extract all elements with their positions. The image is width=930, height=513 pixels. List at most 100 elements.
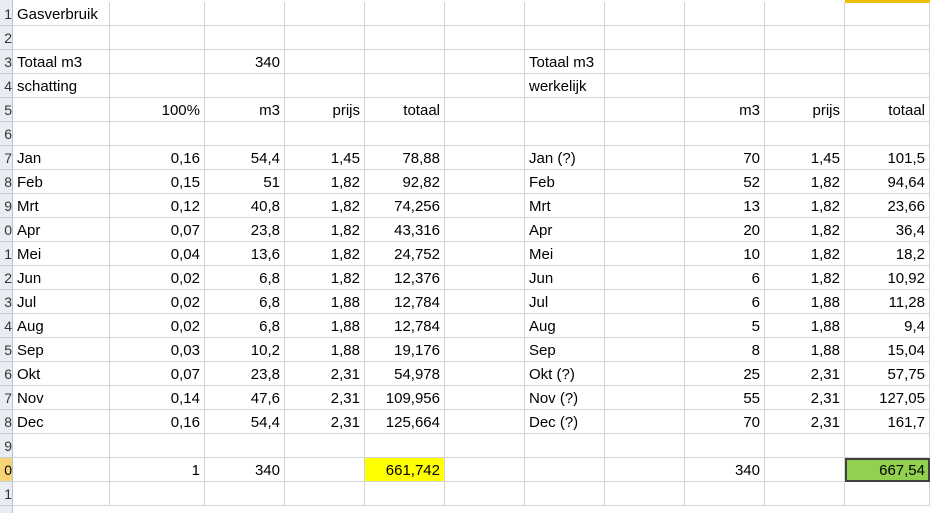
cell[interactable]	[605, 458, 685, 482]
cell[interactable]	[765, 2, 845, 26]
value-cell[interactable]: 1,82	[285, 170, 365, 194]
row-number[interactable]: 8	[0, 410, 12, 434]
month-cell[interactable]: Nov	[13, 386, 110, 410]
value-cell[interactable]: 125,664	[365, 410, 445, 434]
cell[interactable]	[285, 434, 365, 458]
cell[interactable]	[110, 122, 205, 146]
value-cell[interactable]: 1,45	[765, 146, 845, 170]
header-cell[interactable]: totaal	[365, 98, 445, 122]
cell[interactable]	[605, 218, 685, 242]
row-number[interactable]: 9	[0, 194, 12, 218]
cell[interactable]	[13, 458, 110, 482]
cell[interactable]	[845, 482, 930, 506]
header-cell[interactable]: prijs	[285, 98, 365, 122]
cell[interactable]	[13, 482, 110, 506]
cell[interactable]	[13, 122, 110, 146]
value-cell[interactable]: 36,4	[845, 218, 930, 242]
row-number[interactable]: 6	[0, 122, 12, 146]
cell[interactable]	[445, 386, 525, 410]
cell[interactable]	[365, 26, 445, 50]
total-label-cell[interactable]: Totaal m3	[525, 50, 605, 74]
value-cell[interactable]: 1,88	[765, 338, 845, 362]
cell[interactable]	[525, 458, 605, 482]
row-number[interactable]: 5	[0, 98, 12, 122]
value-cell[interactable]: 0,12	[110, 194, 205, 218]
cell[interactable]	[205, 434, 285, 458]
value-cell[interactable]: 70	[685, 410, 765, 434]
month-cell[interactable]: Apr	[525, 218, 605, 242]
cell[interactable]	[110, 482, 205, 506]
value-cell[interactable]: 1,82	[285, 218, 365, 242]
row-number[interactable]: 3	[0, 290, 12, 314]
cell[interactable]	[605, 290, 685, 314]
cell[interactable]	[525, 482, 605, 506]
value-cell[interactable]: 55	[685, 386, 765, 410]
cell[interactable]	[285, 2, 365, 26]
row-number[interactable]: 4	[0, 74, 12, 98]
value-cell[interactable]: 1,82	[765, 194, 845, 218]
cell[interactable]	[445, 218, 525, 242]
value-cell[interactable]: 1,45	[285, 146, 365, 170]
cell[interactable]	[110, 434, 205, 458]
cell[interactable]	[605, 362, 685, 386]
cell[interactable]	[110, 74, 205, 98]
month-cell[interactable]: Mrt	[525, 194, 605, 218]
cell[interactable]	[605, 194, 685, 218]
cell[interactable]	[365, 434, 445, 458]
value-cell[interactable]: 13	[685, 194, 765, 218]
cell[interactable]	[445, 98, 525, 122]
cell[interactable]	[605, 98, 685, 122]
month-cell[interactable]: Feb	[13, 170, 110, 194]
cell[interactable]	[765, 482, 845, 506]
cell[interactable]	[365, 2, 445, 26]
cell[interactable]	[605, 482, 685, 506]
value-cell[interactable]: 23,8	[205, 362, 285, 386]
cell[interactable]	[685, 26, 765, 50]
value-cell[interactable]: 15,04	[845, 338, 930, 362]
value-cell[interactable]: 1,82	[285, 242, 365, 266]
value-cell[interactable]: 74,256	[365, 194, 445, 218]
value-cell[interactable]: 12,784	[365, 290, 445, 314]
value-cell[interactable]: 0,02	[110, 314, 205, 338]
value-cell[interactable]: 12,376	[365, 266, 445, 290]
value-cell[interactable]: 2,31	[285, 386, 365, 410]
cell[interactable]	[110, 2, 205, 26]
month-cell[interactable]: Sep	[13, 338, 110, 362]
value-cell[interactable]: 23,66	[845, 194, 930, 218]
cell[interactable]	[445, 338, 525, 362]
cell[interactable]	[445, 266, 525, 290]
cell[interactable]	[605, 146, 685, 170]
cell[interactable]	[445, 314, 525, 338]
cell[interactable]	[525, 26, 605, 50]
sheet-title-cell[interactable]: Gasverbruik	[13, 2, 110, 26]
cell[interactable]	[445, 242, 525, 266]
value-cell[interactable]: 2,31	[765, 362, 845, 386]
value-cell[interactable]: 0,15	[110, 170, 205, 194]
row-number[interactable]: 0	[0, 218, 12, 242]
cell[interactable]	[605, 74, 685, 98]
cell[interactable]	[13, 26, 110, 50]
value-cell[interactable]: 24,752	[365, 242, 445, 266]
cell[interactable]	[365, 482, 445, 506]
month-cell[interactable]: Jul	[13, 290, 110, 314]
cell[interactable]	[605, 410, 685, 434]
cell[interactable]	[445, 170, 525, 194]
cell[interactable]	[605, 50, 685, 74]
value-cell[interactable]: 57,75	[845, 362, 930, 386]
cell[interactable]	[365, 122, 445, 146]
value-cell[interactable]: 1,88	[285, 338, 365, 362]
value-cell[interactable]: 0,16	[110, 146, 205, 170]
header-cell[interactable]: m3	[685, 98, 765, 122]
cell[interactable]	[285, 458, 365, 482]
row-number[interactable]: 9	[0, 434, 12, 458]
value-cell[interactable]: 51	[205, 170, 285, 194]
row-number[interactable]: 1	[0, 242, 12, 266]
month-cell[interactable]: Okt (?)	[525, 362, 605, 386]
value-cell[interactable]: 0,07	[110, 362, 205, 386]
header-cell[interactable]: 100%	[110, 98, 205, 122]
cell[interactable]	[605, 242, 685, 266]
cell[interactable]	[845, 434, 930, 458]
cell[interactable]	[445, 362, 525, 386]
cell[interactable]	[285, 74, 365, 98]
subtitle-cell[interactable]: schatting	[13, 74, 110, 98]
